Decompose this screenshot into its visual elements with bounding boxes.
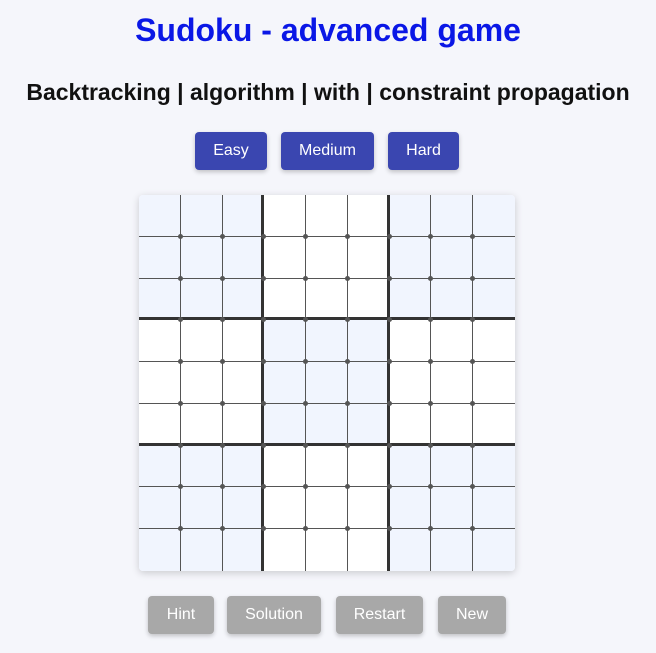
- sudoku-cell[interactable]: [347, 236, 390, 279]
- hint-button[interactable]: Hint: [148, 596, 214, 634]
- sudoku-cell[interactable]: [306, 529, 348, 571]
- hard-button[interactable]: Hard: [388, 132, 459, 170]
- sudoku-cell[interactable]: [389, 529, 432, 571]
- sudoku-cell[interactable]: [180, 403, 223, 446]
- sudoku-cell[interactable]: [473, 445, 515, 488]
- sudoku-cell[interactable]: [306, 278, 348, 321]
- sudoku-cell[interactable]: [180, 362, 223, 404]
- sudoku-cell[interactable]: [431, 320, 474, 363]
- sudoku-cell[interactable]: [306, 403, 348, 446]
- sudoku-page: Sudoku - advanced game Backtracking | al…: [0, 0, 656, 653]
- restart-button[interactable]: Restart: [336, 596, 423, 634]
- page-subtitle: Backtracking | algorithm | with | constr…: [26, 79, 630, 105]
- sudoku-cell[interactable]: [139, 278, 181, 321]
- sudoku-board: [139, 195, 515, 571]
- sudoku-cell[interactable]: [222, 362, 265, 404]
- sudoku-cell[interactable]: [389, 278, 432, 321]
- sudoku-cell[interactable]: [473, 529, 515, 571]
- sudoku-cell[interactable]: [264, 236, 307, 279]
- sudoku-cell[interactable]: [431, 487, 474, 530]
- sudoku-cell[interactable]: [431, 445, 474, 488]
- sudoku-cell[interactable]: [306, 362, 348, 404]
- sudoku-cell[interactable]: [347, 403, 390, 446]
- sudoku-cell[interactable]: [306, 320, 348, 363]
- sudoku-cell[interactable]: [264, 320, 307, 363]
- sudoku-cell[interactable]: [347, 195, 390, 237]
- sudoku-cell[interactable]: [306, 445, 348, 488]
- sudoku-cell[interactable]: [473, 236, 515, 279]
- sudoku-cell[interactable]: [431, 236, 474, 279]
- sudoku-cell[interactable]: [347, 362, 390, 404]
- sudoku-cell[interactable]: [347, 529, 390, 571]
- sudoku-cell[interactable]: [222, 236, 265, 279]
- sudoku-cell[interactable]: [180, 445, 223, 488]
- sudoku-cell[interactable]: [180, 195, 223, 237]
- sudoku-cell[interactable]: [473, 487, 515, 530]
- sudoku-cell[interactable]: [473, 362, 515, 404]
- sudoku-cell[interactable]: [389, 487, 432, 530]
- difficulty-selector: Easy Medium Hard: [0, 132, 656, 170]
- sudoku-cell[interactable]: [389, 445, 432, 488]
- sudoku-cell[interactable]: [264, 487, 307, 530]
- sudoku-cell[interactable]: [264, 445, 307, 488]
- sudoku-cell[interactable]: [306, 195, 348, 237]
- sudoku-cell[interactable]: [180, 236, 223, 279]
- sudoku-cell[interactable]: [431, 195, 474, 237]
- sudoku-cell[interactable]: [222, 445, 265, 488]
- sudoku-cell[interactable]: [139, 362, 181, 404]
- medium-button[interactable]: Medium: [281, 132, 374, 170]
- sudoku-cell[interactable]: [264, 362, 307, 404]
- sudoku-cell[interactable]: [222, 487, 265, 530]
- sudoku-cell[interactable]: [264, 403, 307, 446]
- solution-button[interactable]: Solution: [227, 596, 321, 634]
- sudoku-cell[interactable]: [264, 278, 307, 321]
- sudoku-cell[interactable]: [222, 195, 265, 237]
- sudoku-cell[interactable]: [473, 403, 515, 446]
- action-buttons: Hint Solution Restart New: [0, 596, 656, 634]
- sudoku-cell[interactable]: [389, 236, 432, 279]
- sudoku-cell[interactable]: [139, 320, 181, 363]
- new-button[interactable]: New: [438, 596, 506, 634]
- sudoku-cell[interactable]: [222, 320, 265, 363]
- sudoku-cell[interactable]: [222, 403, 265, 446]
- sudoku-cell[interactable]: [222, 278, 265, 321]
- sudoku-cell[interactable]: [264, 529, 307, 571]
- sudoku-cell[interactable]: [473, 320, 515, 363]
- sudoku-cell[interactable]: [139, 529, 181, 571]
- sudoku-cell[interactable]: [139, 236, 181, 279]
- page-title: Sudoku - advanced game: [135, 12, 521, 48]
- sudoku-cell[interactable]: [347, 487, 390, 530]
- sudoku-cell[interactable]: [139, 195, 181, 237]
- sudoku-cell[interactable]: [389, 320, 432, 363]
- sudoku-cell[interactable]: [431, 362, 474, 404]
- sudoku-cell[interactable]: [180, 487, 223, 530]
- sudoku-cell[interactable]: [347, 278, 390, 321]
- sudoku-cell[interactable]: [180, 529, 223, 571]
- sudoku-cell[interactable]: [431, 403, 474, 446]
- sudoku-cell[interactable]: [473, 195, 515, 237]
- sudoku-cell[interactable]: [264, 195, 307, 237]
- sudoku-cell[interactable]: [139, 487, 181, 530]
- sudoku-cell[interactable]: [180, 320, 223, 363]
- sudoku-cell[interactable]: [306, 236, 348, 279]
- sudoku-cell[interactable]: [180, 278, 223, 321]
- sudoku-cell[interactable]: [347, 320, 390, 363]
- sudoku-cell[interactable]: [431, 278, 474, 321]
- sudoku-cell[interactable]: [389, 403, 432, 446]
- easy-button[interactable]: Easy: [195, 132, 267, 170]
- sudoku-cell[interactable]: [473, 278, 515, 321]
- sudoku-cell[interactable]: [347, 445, 390, 488]
- sudoku-cell[interactable]: [139, 445, 181, 488]
- sudoku-cell[interactable]: [306, 487, 348, 530]
- sudoku-cell[interactable]: [222, 529, 265, 571]
- sudoku-cell[interactable]: [139, 403, 181, 446]
- sudoku-cell[interactable]: [389, 195, 432, 237]
- sudoku-cell[interactable]: [389, 362, 432, 404]
- sudoku-cell[interactable]: [431, 529, 474, 571]
